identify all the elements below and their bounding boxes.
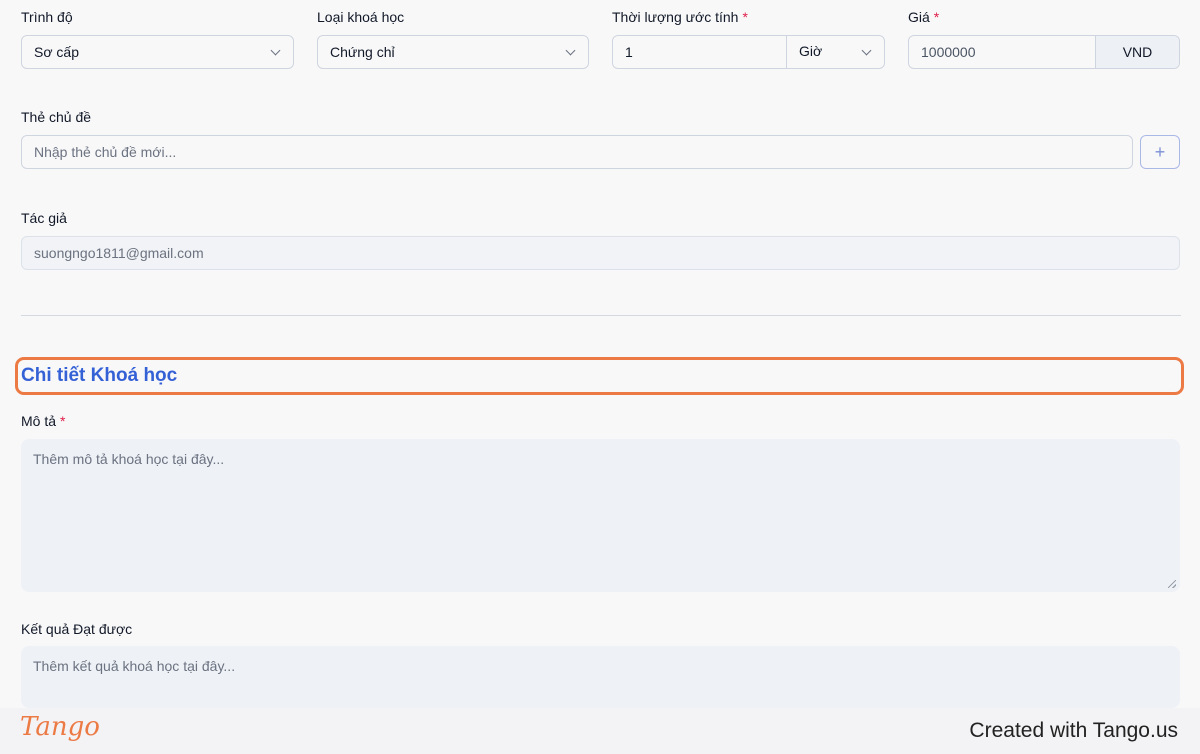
chevron-down-icon [565,45,576,56]
course-type-label: Loại khoá học [317,9,405,25]
outcomes-label: Kết quả Đạt được [21,621,133,637]
description-placeholder: Thêm mô tả khoá học tại đây... [33,451,225,467]
highlight-box [15,357,1184,395]
outcomes-placeholder: Thêm kết quả khoá học tại đây... [33,658,236,674]
author-label: Tác giả [21,210,67,226]
author-field: suongngo1811@gmail.com [21,236,1180,270]
outcomes-textarea[interactable]: Thêm kết quả khoá học tại đây... [21,646,1180,708]
level-select[interactable]: Sơ cấp [21,35,294,69]
required-mark: * [742,9,748,25]
price-label: Giá * [908,9,940,25]
currency-addon: VND [1095,36,1179,68]
course-type-value: Chứng chỉ [330,44,395,60]
price-group: 1000000 VND [908,35,1180,69]
duration-unit-select[interactable]: Giờ [787,36,884,68]
duration-label: Thời lượng ước tính * [612,9,748,25]
created-with-text: Created with Tango.us [969,719,1178,742]
tags-label: Thẻ chủ đề [21,109,92,125]
required-mark: * [60,413,66,429]
duration-unit-value: Giờ [799,43,823,59]
chevron-down-icon [861,45,872,56]
tango-logo: Tango [20,712,100,742]
divider [21,315,1181,316]
add-tag-button[interactable]: + [1140,135,1180,169]
price-input[interactable]: 1000000 [921,44,976,60]
chevron-down-icon [270,45,281,56]
resize-handle[interactable] [1168,580,1176,588]
description-textarea[interactable]: Thêm mô tả khoá học tại đây... [21,439,1180,592]
duration-group: 1 Giờ [612,35,885,69]
duration-input[interactable]: 1 [625,44,633,60]
course-type-select[interactable]: Chứng chỉ [317,35,589,69]
level-label: Trình độ [21,9,73,25]
description-label: Mô tả * [21,413,66,429]
author-value: suongngo1811@gmail.com [34,245,204,261]
tags-input[interactable]: Nhập thẻ chủ đề mới... [21,135,1133,169]
tags-placeholder: Nhập thẻ chủ đề mới... [34,144,177,160]
required-mark: * [933,9,940,25]
level-value: Sơ cấp [34,44,79,60]
plus-icon: + [1154,141,1166,162]
